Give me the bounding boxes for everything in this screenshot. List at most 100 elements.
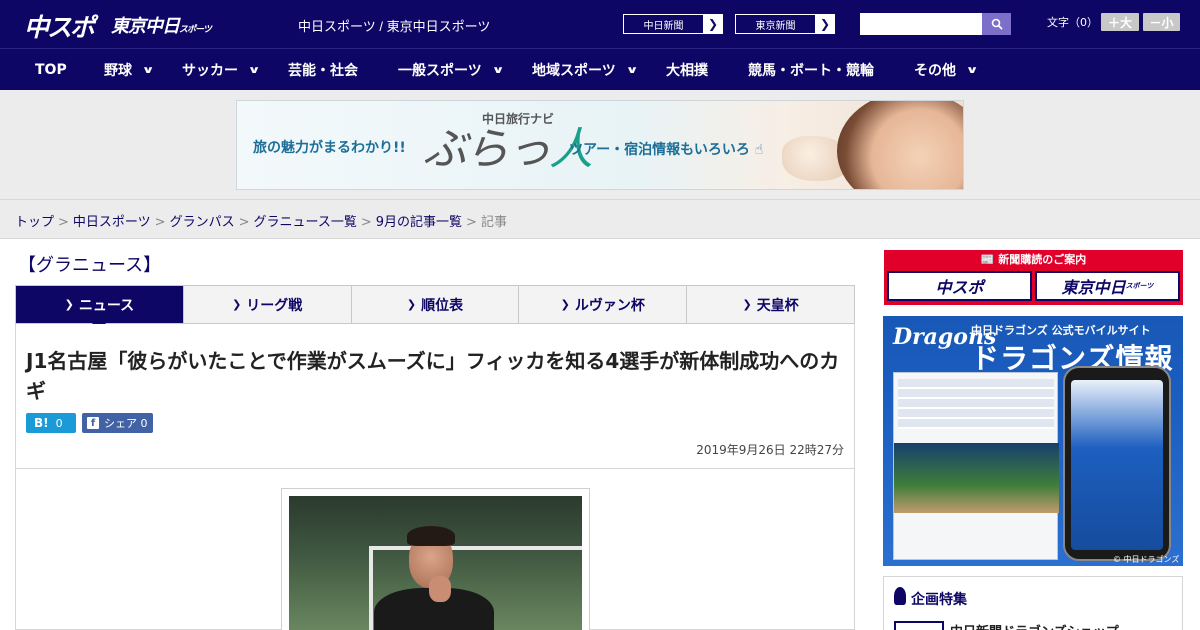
news-tabs: ❯ ニュース ❯ リーグ戦 ❯ 順位表 ❯ ルヴァン杯 ❯ 天皇杯 xyxy=(15,285,855,331)
chevron-down-icon: ∨ xyxy=(247,64,261,76)
nav-label: サッカー xyxy=(182,63,238,79)
site-title[interactable]: 中日スポーツ / 東京中日スポーツ xyxy=(298,16,490,35)
nav-item-sumo[interactable]: 大相撲 xyxy=(666,49,708,91)
breadcrumb-top[interactable]: トップ xyxy=(15,215,54,230)
chevron-right-icon: ❯ xyxy=(742,298,752,311)
tab-news[interactable]: ❯ ニュース xyxy=(16,286,184,331)
breadcrumb-september-list[interactable]: 9月の記事一覧 xyxy=(376,215,462,230)
phone-screen-image xyxy=(1071,380,1163,550)
facebook-count: 0 xyxy=(140,416,148,430)
subscription-chuspo[interactable]: 中スポ xyxy=(887,271,1032,301)
nav-item-top[interactable]: TOP xyxy=(35,49,67,91)
chunichi-shimbun-link[interactable]: 中日新聞 ❯ xyxy=(622,13,724,35)
hatena-count: 0 xyxy=(55,416,63,430)
chevron-right-icon: ❯ xyxy=(406,298,417,311)
chevron-right-icon: ❯ xyxy=(232,298,242,311)
chevron-down-icon: ∨ xyxy=(965,64,979,76)
banner-logo-a: ぶらっ xyxy=(423,124,551,175)
font-size-label: 文字（0） xyxy=(1047,16,1098,29)
nav-label: 地域スポーツ xyxy=(532,63,616,79)
subscription-heading: 📰 新聞購読のご案内 xyxy=(884,250,1183,268)
coach-hand-image xyxy=(429,576,451,602)
dragons-copyright: © 中日ドラゴンズ xyxy=(1113,555,1180,564)
banner-left-text: 旅の魅力がまるわかり!! xyxy=(253,140,406,156)
travel-navi-banner[interactable]: 旅の魅力がまるわかり!! 中日旅行ナビ ぶらっ人 ツアー・宿泊情報もいろいろ ☝ xyxy=(236,100,964,190)
feature-item-link[interactable]: 中日新聞ドラゴンズショップ xyxy=(950,621,1119,630)
breadcrumb-chunichi-sports[interactable]: 中日スポーツ xyxy=(73,215,151,230)
smartphone-image xyxy=(1063,366,1171,561)
tab-label: 順位表 xyxy=(421,297,464,314)
pointing-hand-icon: ☝ xyxy=(749,142,764,158)
hatena-icon: B! xyxy=(34,416,49,430)
tokyo-chunichi-logo[interactable]: 東京中日スポーツ xyxy=(111,12,212,38)
nav-item-general-sports[interactable]: 一般スポーツ ∨ xyxy=(398,49,504,91)
nav-item-local-sports[interactable]: 地域スポーツ ∨ xyxy=(532,49,638,91)
nav-item-others[interactable]: その他 ∨ xyxy=(914,49,979,91)
tab-emperors-cup[interactable]: ❯ 天皇杯 xyxy=(687,286,854,323)
tab-label: ニュース xyxy=(78,297,135,314)
subscription-tokyo-chunichi[interactable]: 東京中日 スポーツ xyxy=(1035,271,1180,301)
nav-item-baseball[interactable]: 野球 ∨ xyxy=(104,49,155,91)
facebook-share-label: シェア xyxy=(104,417,137,430)
search-input[interactable] xyxy=(860,13,982,35)
tokyo-logo-text: 東京中日 xyxy=(111,16,180,37)
tokyo-shimbun-link[interactable]: 東京新聞 ❯ xyxy=(734,13,836,35)
breadcrumb-gra-news-list[interactable]: グラニュース一覧 xyxy=(254,215,357,230)
chunichi-shimbun-label: 中日新聞 xyxy=(623,14,703,34)
tab-league[interactable]: ❯ リーグ戦 xyxy=(184,286,352,323)
breadcrumb-grampus[interactable]: グランパス xyxy=(170,215,235,230)
subscription-heading-text: 新聞購読のご案内 xyxy=(998,253,1087,266)
breadcrumb-separator: > xyxy=(154,215,166,230)
nav-item-soccer[interactable]: サッカー ∨ xyxy=(182,49,261,91)
chuspo-logo[interactable]: 中スポ xyxy=(24,8,95,44)
nav-label: その他 xyxy=(914,63,956,79)
dragons-ad-subtitle: 中日ドラゴンズ 公式モバイルサイト xyxy=(971,324,1151,337)
article-date: 2019年9月26日 22時27分 xyxy=(696,443,844,457)
dragons-mobile-ad[interactable]: Dragons 中日ドラゴンズ 公式モバイルサイト ドラゴンズ情報 © 中日ドラ… xyxy=(883,316,1183,566)
tab-levain-cup[interactable]: ❯ ルヴァン杯 xyxy=(519,286,688,323)
breadcrumb-separator: > xyxy=(466,215,477,230)
facebook-icon: f xyxy=(87,417,99,429)
section-title: 【グラニュース】 xyxy=(18,255,162,276)
breadcrumb: トップ > 中日スポーツ > グランパス > グラニュース一覧 >9月の記事一覧 > 記事 xyxy=(15,211,507,230)
scoreboard-screenshot xyxy=(893,372,1059,560)
banner-right-text: ツアー・宿泊情報もいろいろ ☝ xyxy=(569,139,763,159)
feature-thumbnail[interactable] xyxy=(894,621,944,630)
article-photo[interactable] xyxy=(289,496,582,630)
chevron-right-icon: ❯ xyxy=(64,298,74,311)
nav-label: 野球 xyxy=(104,63,132,79)
breadcrumb-separator: > xyxy=(58,215,69,230)
chevron-down-icon: ∨ xyxy=(141,64,155,76)
breadcrumb-separator: > xyxy=(238,215,250,230)
search-button[interactable] xyxy=(982,13,1011,35)
tab-label: リーグ戦 xyxy=(246,297,303,314)
ad-banner-area: 旅の魅力がまるわかり!! 中日旅行ナビ ぶらっ人 ツアー・宿泊情報もいろいろ ☝ xyxy=(0,90,1200,200)
feature-section: 企画特集 中日新聞ドラゴンズショップ xyxy=(883,576,1183,630)
woman-image xyxy=(837,101,963,189)
nav-label: 大相撲 xyxy=(666,63,708,79)
tab-label: 天皇杯 xyxy=(756,297,799,314)
ribbon-icon xyxy=(894,587,906,605)
nav-item-entertainment[interactable]: 芸能・社会 xyxy=(288,49,358,91)
nav-label: 一般スポーツ xyxy=(398,63,482,79)
subscription-tokyo-suffix: スポーツ xyxy=(1125,282,1154,290)
font-larger-button[interactable]: ＋大 xyxy=(1101,13,1139,31)
nav-label: 競馬・ボート・競輪 xyxy=(748,63,874,79)
facebook-share-button[interactable]: f シェア 0 xyxy=(82,413,153,433)
tokyo-shimbun-label: 東京新聞 xyxy=(735,14,815,34)
breadcrumb-separator: > xyxy=(360,215,372,230)
chevron-right-icon: ❯ xyxy=(703,14,723,34)
subscription-banner[interactable]: 📰 新聞購読のご案内 中スポ 東京中日 スポーツ xyxy=(884,250,1183,305)
baseball-field-image xyxy=(894,443,1059,513)
font-smaller-button[interactable]: －小 xyxy=(1143,13,1180,31)
nav-item-racing[interactable]: 競馬・ボート・競輪 xyxy=(748,49,874,91)
tab-standings[interactable]: ❯ 順位表 xyxy=(352,286,520,323)
chevron-right-icon: ❯ xyxy=(560,298,570,311)
banner-right-label: ツアー・宿泊情報もいろいろ xyxy=(569,142,750,158)
hatena-bookmark-button[interactable]: B! 0 xyxy=(26,413,76,433)
top-header: 中スポ 東京中日スポーツ 中日スポーツ / 東京中日スポーツ 中日新聞 ❯ 東京… xyxy=(0,0,1200,48)
scoreboard-rows xyxy=(898,379,1054,429)
main-nav: TOP 野球 ∨ サッカー ∨ 芸能・社会 一般スポーツ ∨ 地域スポーツ ∨ 大相撲 … xyxy=(0,48,1200,90)
subscription-tokyo-text: 東京中日 xyxy=(1061,278,1126,297)
tokyo-logo-suffix: スポーツ xyxy=(179,25,212,35)
